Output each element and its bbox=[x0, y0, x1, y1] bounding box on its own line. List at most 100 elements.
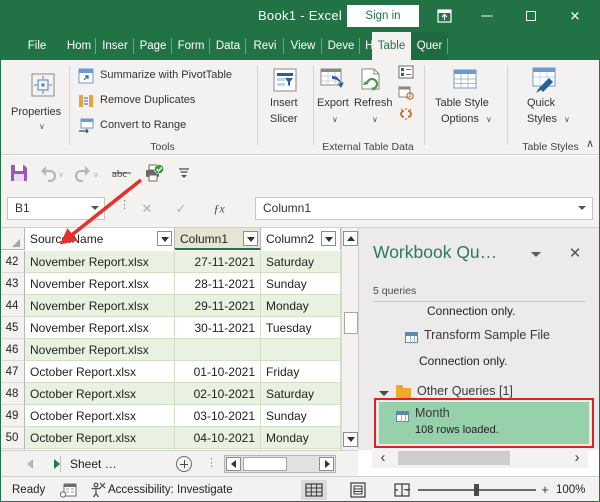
cell-column1[interactable]: 29-11-2021 bbox=[175, 295, 261, 317]
cell-source-name[interactable]: October Report.xlsx bbox=[25, 383, 175, 405]
table-style-options-icon[interactable] bbox=[451, 68, 479, 97]
cell-column1[interactable]: 30-11-2021 bbox=[175, 317, 261, 339]
tab-table-design[interactable]: Table bbox=[372, 32, 411, 60]
insert-slicer-icon[interactable] bbox=[271, 66, 299, 99]
quick-styles-chevron-down-icon[interactable]: ∨ bbox=[564, 116, 570, 124]
maximize-button[interactable] bbox=[510, 0, 552, 32]
quick-styles-label-line1[interactable]: Quick bbox=[527, 97, 555, 109]
horizontal-scrollbar[interactable] bbox=[224, 455, 336, 473]
query-properties-icon[interactable] bbox=[398, 65, 414, 84]
row-header[interactable]: 49 bbox=[0, 405, 25, 427]
tab-data[interactable]: Data bbox=[210, 32, 246, 60]
table-row[interactable]: November Report.xlsx 29-11-2021 Monday bbox=[25, 295, 341, 317]
export-chevron-down-icon[interactable]: ∨ bbox=[332, 116, 338, 124]
name-box[interactable]: B1 bbox=[7, 197, 105, 220]
unlink-icon[interactable] bbox=[398, 107, 414, 126]
sign-in-button[interactable]: Sign in bbox=[347, 5, 419, 27]
convert-to-range-label[interactable]: Convert to Range bbox=[100, 119, 186, 131]
queries-pane-menu-chevron-down-icon[interactable] bbox=[531, 252, 541, 257]
cell-column2[interactable]: Saturday bbox=[261, 251, 341, 273]
zoom-slider-thumb[interactable] bbox=[474, 484, 479, 496]
table-row[interactable]: November Report.xlsx bbox=[25, 339, 341, 361]
tab-formulas[interactable]: Form bbox=[172, 32, 210, 60]
collapse-ribbon-icon[interactable]: ∧ bbox=[586, 137, 594, 150]
remove-duplicates-icon[interactable] bbox=[78, 93, 94, 114]
export-icon[interactable] bbox=[319, 67, 349, 98]
cell-column1[interactable]: 28-11-2021 bbox=[175, 273, 261, 295]
accessibility-icon[interactable] bbox=[88, 482, 106, 498]
table-row[interactable]: November Report.xlsx 30-11-2021 Tuesday bbox=[25, 317, 341, 339]
queries-horizontal-scroll-thumb[interactable] bbox=[398, 451, 510, 465]
properties-label[interactable]: Properties bbox=[11, 106, 61, 118]
spelling-abc-icon[interactable]: abc bbox=[110, 161, 134, 185]
tab-review[interactable]: Revi bbox=[246, 32, 284, 60]
cell-source-name[interactable]: November Report.xlsx bbox=[25, 317, 175, 339]
row-header[interactable]: 47 bbox=[0, 361, 25, 383]
normal-view-icon[interactable] bbox=[301, 480, 327, 500]
undo-icon[interactable] bbox=[36, 161, 60, 185]
tab-developer[interactable]: Deve bbox=[322, 32, 360, 60]
refresh-label[interactable]: Refresh bbox=[354, 97, 393, 109]
name-box-chevron-down-icon[interactable] bbox=[91, 206, 99, 210]
sheet-bar-handle[interactable]: ⋮ bbox=[206, 458, 217, 469]
table-row[interactable]: November Report.xlsx 28-11-2021 Sunday bbox=[25, 273, 341, 295]
table-style-options-chevron-down-icon[interactable]: ∨ bbox=[486, 116, 492, 124]
vertical-scroll-thumb[interactable] bbox=[344, 312, 358, 334]
table-row[interactable]: October Report.xlsx 03-10-2021 Sunday bbox=[25, 405, 341, 427]
export-label[interactable]: Export bbox=[317, 97, 349, 109]
cell-column2[interactable]: Sunday bbox=[261, 273, 341, 295]
properties-chevron-down-icon[interactable]: ∨ bbox=[39, 123, 45, 131]
query-group-other-queries[interactable]: Other Queries [1] bbox=[417, 384, 513, 398]
zoom-slider[interactable] bbox=[418, 484, 536, 496]
expand-formula-bar-icon[interactable] bbox=[578, 206, 586, 210]
open-in-browser-icon[interactable] bbox=[398, 86, 414, 105]
vertical-scrollbar[interactable] bbox=[341, 228, 358, 450]
scroll-down-button[interactable] bbox=[343, 432, 358, 447]
filter-button-column2[interactable] bbox=[321, 231, 336, 246]
scroll-up-button[interactable] bbox=[343, 231, 358, 246]
cell-column2[interactable]: Friday bbox=[261, 361, 341, 383]
tab-home[interactable]: Hom bbox=[62, 32, 96, 60]
formula-input[interactable]: Column1 bbox=[255, 197, 593, 220]
zoom-level-label[interactable]: 100% bbox=[556, 477, 585, 502]
sheet-tab[interactable]: Sheet … bbox=[70, 451, 117, 477]
save-icon[interactable] bbox=[7, 161, 31, 185]
undo-chevron-down-icon[interactable]: ∨ bbox=[58, 171, 64, 179]
cell-column1[interactable]: 02-10-2021 bbox=[175, 383, 261, 405]
cell-column2[interactable]: Monday bbox=[261, 295, 341, 317]
cell-source-name[interactable]: November Report.xlsx bbox=[25, 295, 175, 317]
cell-source-name[interactable]: October Report.xlsx bbox=[25, 405, 175, 427]
query-item-transform-sample-file[interactable]: Transform Sample File bbox=[424, 328, 550, 342]
minimize-button[interactable] bbox=[466, 0, 508, 32]
cell-column2[interactable]: Monday bbox=[261, 427, 341, 449]
cell-column1[interactable]: 27-11-2021 bbox=[175, 251, 261, 273]
row-header[interactable]: 46 bbox=[0, 339, 25, 361]
quick-styles-label-line2[interactable]: Styles bbox=[527, 113, 557, 125]
insert-slicer-label-line1[interactable]: Insert bbox=[270, 97, 298, 109]
row-header[interactable]: 48 bbox=[0, 383, 25, 405]
page-layout-view-icon[interactable] bbox=[345, 480, 371, 500]
cancel-formula-button[interactable]: ✕ bbox=[133, 197, 161, 220]
scroll-right-button[interactable] bbox=[319, 457, 334, 471]
cell-source-name[interactable]: November Report.xlsx bbox=[25, 339, 175, 361]
cell-column2[interactable]: Saturday bbox=[261, 383, 341, 405]
row-header[interactable]: 45 bbox=[0, 317, 25, 339]
remove-duplicates-label[interactable]: Remove Duplicates bbox=[100, 94, 195, 106]
macro-record-icon[interactable] bbox=[59, 482, 78, 498]
accessibility-label[interactable]: Accessibility: Investigate bbox=[108, 477, 233, 502]
cell-column2[interactable]: Tuesday bbox=[261, 317, 341, 339]
select-all-button[interactable] bbox=[0, 228, 25, 250]
tab-query[interactable]: Quer bbox=[411, 32, 448, 60]
sheet-nav-next-icon[interactable] bbox=[50, 457, 64, 471]
horizontal-scroll-thumb[interactable] bbox=[243, 457, 287, 471]
queries-scroll-right-button[interactable]: › bbox=[566, 449, 588, 467]
table-row[interactable]: October Report.xlsx 01-10-2021 Friday bbox=[25, 361, 341, 383]
row-header[interactable]: 42 bbox=[0, 251, 25, 273]
other-queries-collapse-icon[interactable] bbox=[379, 391, 389, 396]
cell-source-name[interactable]: October Report.xlsx bbox=[25, 427, 175, 449]
enter-formula-button[interactable]: ✓ bbox=[167, 197, 195, 220]
row-header[interactable]: 43 bbox=[0, 273, 25, 295]
sheet-nav-previous-icon[interactable] bbox=[23, 457, 37, 471]
column-header-source-name[interactable]: Source.Name bbox=[25, 228, 175, 250]
summarize-with-pivottable-icon[interactable] bbox=[78, 68, 94, 89]
